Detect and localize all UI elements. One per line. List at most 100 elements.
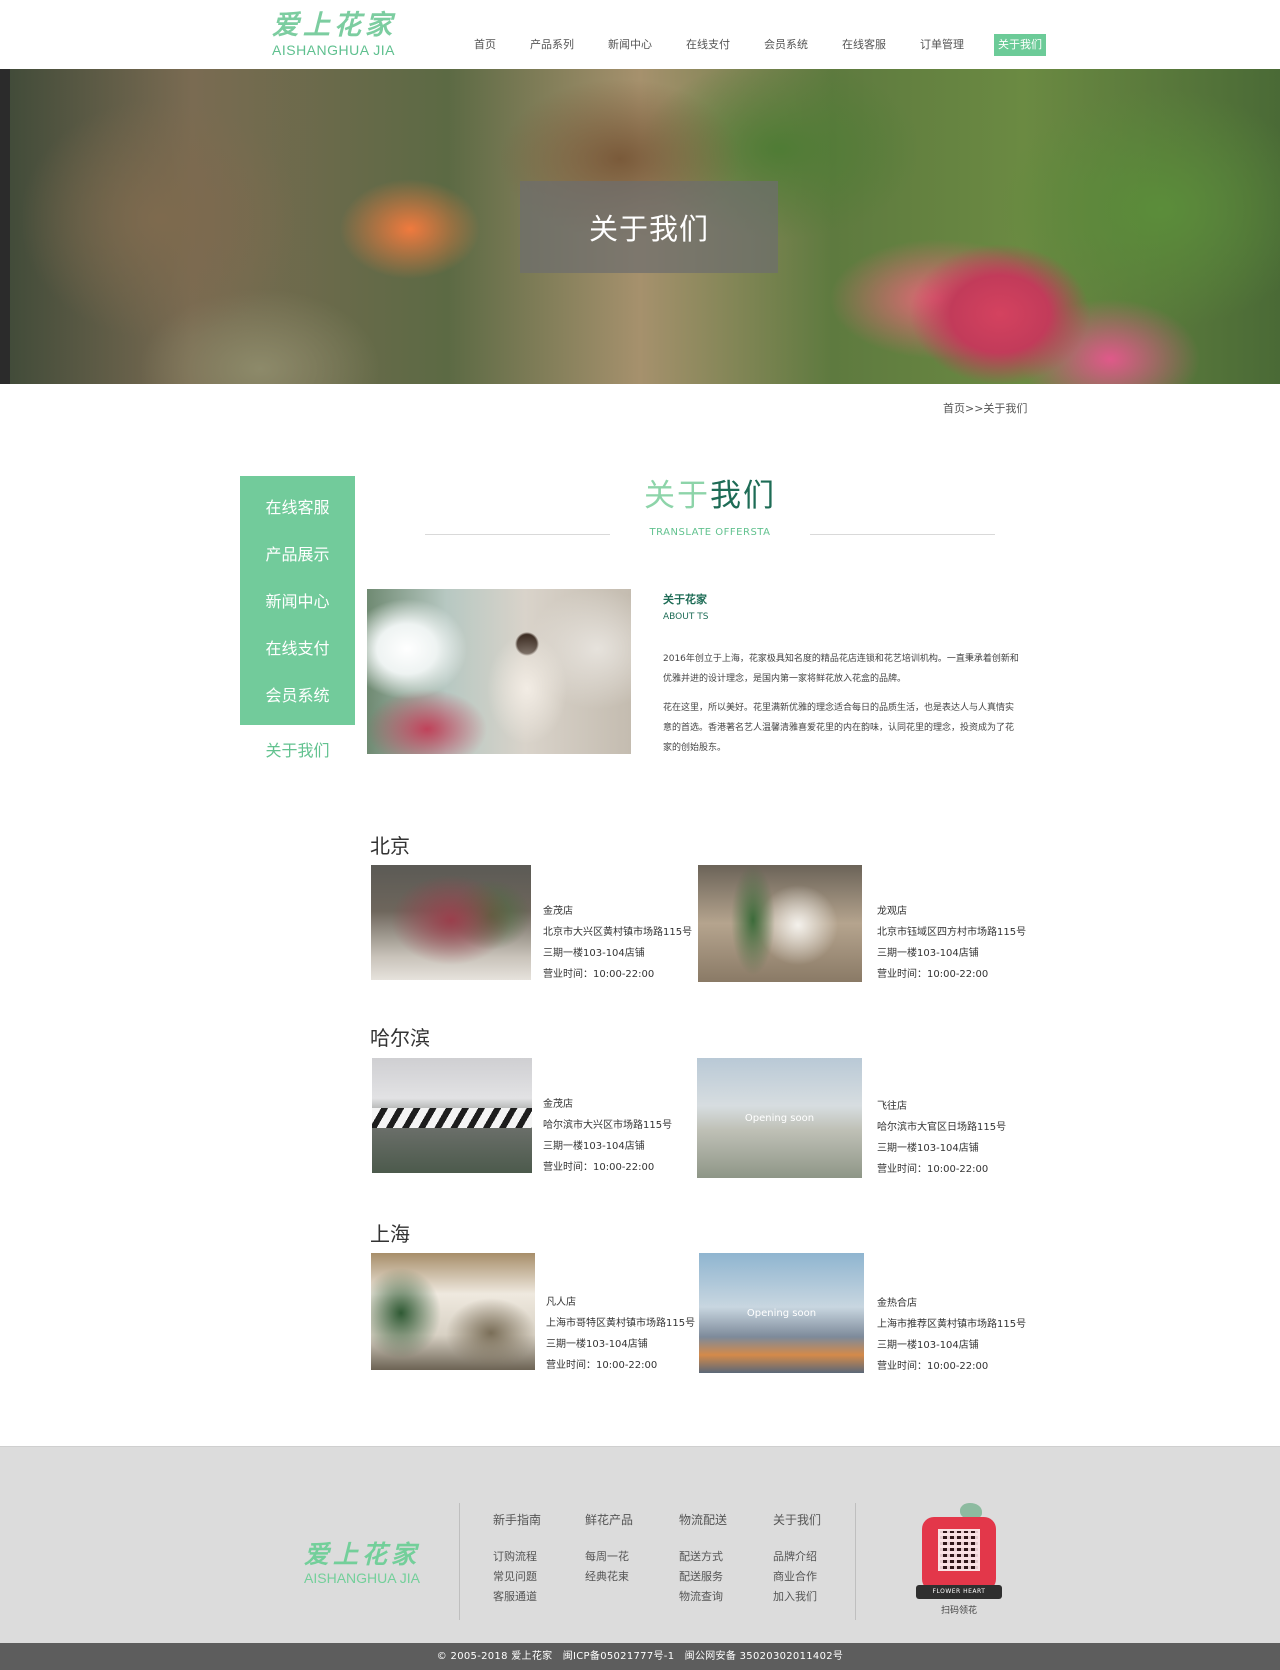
- store-floor: 三期一楼103-104店铺: [543, 948, 645, 959]
- city-heading-harbin: 哈尔滨: [370, 1026, 430, 1050]
- store-info: 金茂店 哈尔滨市大兴区市场路115号 三期一楼103-104店铺 营业时间：10…: [543, 1094, 703, 1178]
- footer-link[interactable]: 品牌介绍: [773, 1547, 853, 1567]
- store-hours: 营业时间：10:00-22:00: [543, 1162, 655, 1173]
- about-subheading: ABOUT TS: [663, 612, 709, 622]
- nav-payment[interactable]: 在线支付: [682, 34, 734, 56]
- opening-soon-label: Opening soon: [744, 1112, 815, 1124]
- section-title-heading: 关于我们: [425, 475, 995, 517]
- store-photo[interactable]: [371, 865, 531, 980]
- store-info: 金茂店 北京市大兴区黄村镇市场路115号 三期一楼103-104店铺 营业时间：…: [543, 901, 703, 985]
- qr-code-icon: [938, 1529, 980, 1571]
- footer-column-delivery: 物流配送 配送方式 配送服务 物流查询: [679, 1511, 759, 1607]
- footer-logo[interactable]: 爱上花家 AISHANGHUA JIA: [297, 1540, 427, 1586]
- store-name: 飞往店: [877, 1101, 907, 1112]
- store-info: 金热合店 上海市推荐区黄村镇市场路115号 三期一楼103-104店铺 营业时间…: [877, 1293, 1037, 1377]
- store-address: 上海市哥特区黄村镇市场路115号: [546, 1318, 696, 1329]
- nav-news[interactable]: 新闻中心: [604, 34, 656, 56]
- sidebar-item-customer-service[interactable]: 在线客服: [240, 484, 355, 531]
- about-heading: 关于花家: [663, 593, 707, 606]
- sidebar-item-products[interactable]: 产品展示: [240, 531, 355, 578]
- store-floor: 三期一楼103-104店铺: [546, 1339, 648, 1350]
- footer-logo-text-en: AISHANGHUA JIA: [304, 1570, 420, 1586]
- store-address: 哈尔滨市大官区日场路115号: [877, 1122, 1007, 1133]
- store-photo[interactable]: [371, 1253, 535, 1370]
- site-footer: 爱上花家 AISHANGHUA JIA 新手指南 订购流程 常见问题 客服通道 …: [0, 1446, 1280, 1643]
- store-photo[interactable]: Opening soon: [697, 1058, 862, 1178]
- sidebar-item-about-us[interactable]: 关于我们: [240, 727, 355, 774]
- footer-column-title: 鲜花产品: [585, 1513, 634, 1527]
- store-photo[interactable]: [698, 865, 862, 982]
- footer-link[interactable]: 物流查询: [679, 1587, 759, 1607]
- city-heading-shanghai: 上海: [370, 1222, 410, 1246]
- store-floor: 三期一楼103-104店铺: [877, 1340, 979, 1351]
- footer-link[interactable]: 每周一花: [585, 1547, 665, 1567]
- banner-title-box: 关于我们: [520, 181, 778, 273]
- footer-link[interactable]: 常见问题: [493, 1567, 573, 1587]
- footer-column-title: 物流配送: [679, 1513, 728, 1527]
- store-name: 龙观店: [877, 906, 907, 917]
- store-hours: 营业时间：10:00-22:00: [877, 1361, 989, 1372]
- footer-link[interactable]: 加入我们: [773, 1587, 853, 1607]
- footer-logo-text-cn: 爱上花家: [303, 1540, 420, 1569]
- store-address: 哈尔滨市大兴区市场路115号: [543, 1120, 673, 1131]
- about-photo: [367, 589, 631, 754]
- nav-about-us[interactable]: 关于我们: [994, 34, 1046, 56]
- sidebar-menu: 在线客服 产品展示 新闻中心 在线支付 会员系统: [240, 476, 355, 725]
- logo-text-cn: 爱上花家: [272, 10, 396, 41]
- store-floor: 三期一楼103-104店铺: [543, 1141, 645, 1152]
- main-nav: 首页 产品系列 新闻中心 在线支付 会员系统 在线客服 订单管理 关于我们: [470, 34, 1072, 56]
- city-heading-beijing: 北京: [370, 834, 410, 858]
- nav-home[interactable]: 首页: [470, 34, 500, 56]
- store-name: 金茂店: [543, 1099, 573, 1110]
- store-info: 飞往店 哈尔滨市大官区日场路115号 三期一楼103-104店铺 营业时间：10…: [877, 1096, 1037, 1180]
- store-hours: 营业时间：10:00-22:00: [546, 1360, 658, 1371]
- section-subtitle: TRANSLATE OFFERSTA: [649, 527, 771, 538]
- store-name: 金热合店: [877, 1298, 917, 1309]
- about-paragraph: 花在这里，所以美好。花里满新优雅的理念适合每日的品质生活，也是表达人与人真情实意…: [663, 703, 1015, 753]
- nav-orders[interactable]: 订单管理: [916, 34, 968, 56]
- nav-customer-service[interactable]: 在线客服: [838, 34, 890, 56]
- section-title-part2: 我们: [710, 478, 776, 514]
- footer-link[interactable]: 商业合作: [773, 1567, 853, 1587]
- nav-products[interactable]: 产品系列: [526, 34, 578, 56]
- footer-link[interactable]: 配送服务: [679, 1567, 759, 1587]
- store-photo[interactable]: Opening soon: [699, 1253, 864, 1373]
- qr-caption: 扫码领花: [940, 1606, 977, 1616]
- store-photo[interactable]: [372, 1058, 532, 1173]
- store-address: 上海市推荐区黄村镇市场路115号: [877, 1319, 1027, 1330]
- section-title: 关于我们 TRANSLATE OFFERSTA: [425, 475, 995, 538]
- store-info: 凡人店 上海市哥特区黄村镇市场路115号 三期一楼103-104店铺 营业时间：…: [546, 1292, 706, 1376]
- footer-divider: [855, 1503, 856, 1620]
- store-address: 北京市钰域区四方村市场路115号: [877, 927, 1027, 938]
- opening-soon-label: Opening soon: [746, 1307, 817, 1319]
- footer-link[interactable]: 客服通道: [493, 1587, 573, 1607]
- qr-ribbon-text: FLOWER HEART: [916, 1585, 1002, 1599]
- qr-code-badge[interactable]: FLOWER HEART 扫码领花: [916, 1499, 1002, 1619]
- banner-title: 关于我们: [588, 212, 709, 246]
- sidebar-item-membership[interactable]: 会员系统: [240, 672, 355, 719]
- nav-membership[interactable]: 会员系统: [760, 34, 812, 56]
- store-name: 金茂店: [543, 906, 573, 917]
- footer-column-guide: 新手指南 订购流程 常见问题 客服通道: [493, 1511, 573, 1607]
- breadcrumb[interactable]: 首页>>关于我们: [943, 400, 1027, 416]
- footer-link[interactable]: 配送方式: [679, 1547, 759, 1567]
- store-hours: 营业时间：10:00-22:00: [877, 1164, 989, 1175]
- store-hours: 营业时间：10:00-22:00: [877, 969, 989, 980]
- copyright-bar: © 2005-2018 爱上花家 闽ICP备05021777号-1 闽公网安备 …: [0, 1643, 1280, 1670]
- footer-divider: [459, 1503, 460, 1620]
- site-logo[interactable]: 爱上花家 AISHANGHUA JIA: [272, 10, 402, 58]
- store-floor: 三期一楼103-104店铺: [877, 948, 979, 959]
- about-paragraph: 2016年创立于上海，花家极具知名度的精品花店连锁和花艺培训机构。一直秉承着创新…: [663, 654, 1019, 684]
- footer-column-products: 鲜花产品 每周一花 经典花束: [585, 1511, 665, 1587]
- sidebar-item-news[interactable]: 新闻中心: [240, 578, 355, 625]
- footer-link[interactable]: 订购流程: [493, 1547, 573, 1567]
- site-header: 爱上花家 AISHANGHUA JIA 首页 产品系列 新闻中心 在线支付 会员…: [0, 0, 1280, 69]
- footer-column-about: 关于我们 品牌介绍 商业合作 加入我们: [773, 1511, 853, 1607]
- footer-column-title: 新手指南: [493, 1513, 542, 1527]
- sidebar-item-payment[interactable]: 在线支付: [240, 625, 355, 672]
- footer-link[interactable]: 经典花束: [585, 1567, 665, 1587]
- logo-text-en: AISHANGHUA JIA: [272, 42, 395, 58]
- section-title-part1: 关于: [644, 478, 710, 514]
- store-info: 龙观店 北京市钰域区四方村市场路115号 三期一楼103-104店铺 营业时间：…: [877, 901, 1037, 985]
- store-hours: 营业时间：10:00-22:00: [543, 969, 655, 980]
